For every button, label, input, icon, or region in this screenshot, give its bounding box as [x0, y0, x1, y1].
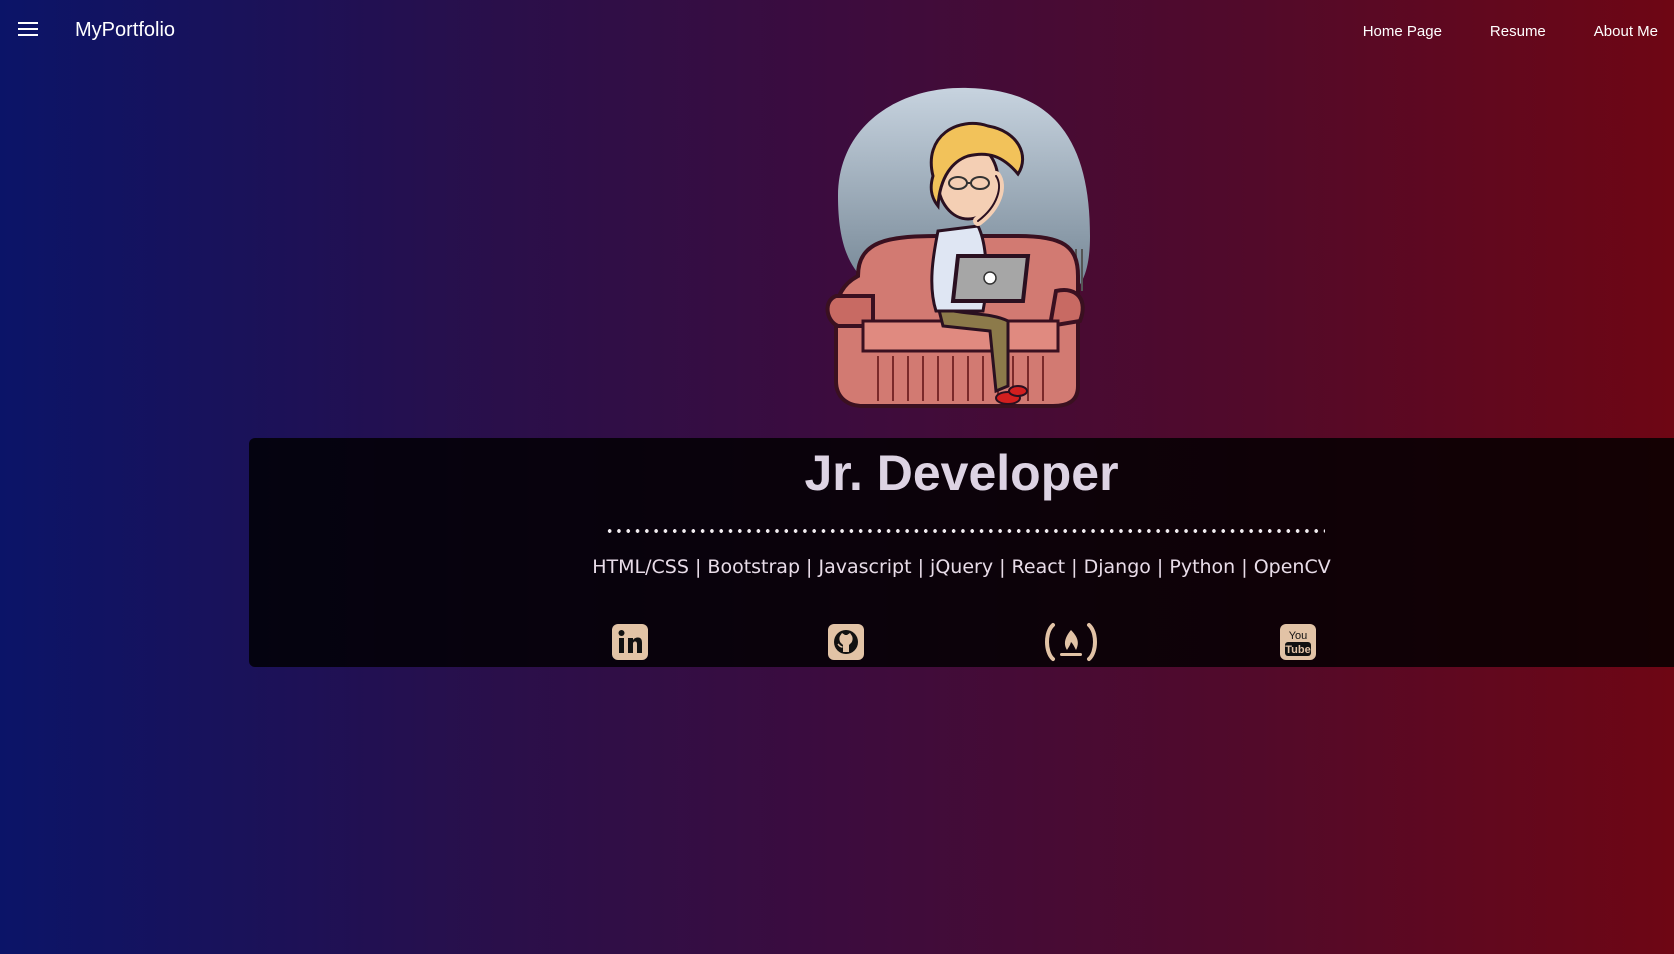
youtube-icon[interactable]: You Tube	[1278, 622, 1318, 662]
social-links: You Tube	[249, 622, 1674, 664]
brand-logo[interactable]: MyPortfolio	[75, 19, 175, 42]
hero-card: Jr. Developer HTML/CSS | Bootstrap | Jav…	[249, 438, 1674, 667]
freecodecamp-icon[interactable]	[1043, 622, 1099, 662]
nav-links: Home Page Resume About Me	[1363, 23, 1658, 40]
dotted-divider	[605, 528, 1325, 534]
linkedin-icon[interactable]	[610, 622, 650, 662]
github-icon[interactable]	[826, 622, 866, 662]
nav-about-me[interactable]: About Me	[1594, 23, 1658, 40]
nav-resume[interactable]: Resume	[1490, 23, 1546, 40]
page-title: Jr. Developer	[804, 445, 1119, 501]
navbar: MyPortfolio Home Page Resume About Me	[0, 0, 1674, 64]
developer-illustration	[825, 87, 1090, 408]
hamburger-menu-icon[interactable]	[18, 22, 42, 42]
svg-text:Tube: Tube	[1285, 644, 1310, 656]
nav-home-page[interactable]: Home Page	[1363, 23, 1442, 40]
skills-list: HTML/CSS | Bootstrap | Javascript | jQue…	[592, 556, 1331, 578]
svg-text:You: You	[1289, 630, 1308, 642]
